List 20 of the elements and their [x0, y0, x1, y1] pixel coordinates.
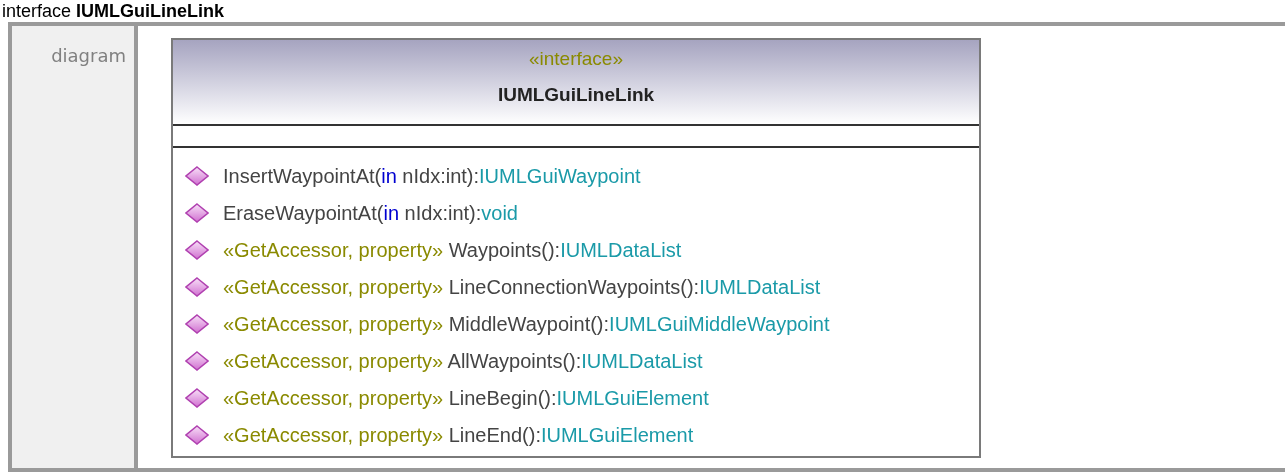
operation-icon	[185, 239, 209, 260]
operation-signature: «GetAccessor, property» Waypoints():IUMLDataList	[223, 237, 682, 263]
stereotype-label: «interface»	[529, 47, 623, 71]
operation-icon	[185, 202, 209, 223]
operation-icon	[185, 165, 209, 186]
operation-icon	[185, 387, 209, 408]
operation-signature: «GetAccessor, property» AllWaypoints():IUMLDataList	[223, 348, 703, 374]
operation-icon	[185, 313, 209, 334]
operation-signature: EraseWaypointAt(in nIdx:int):void	[223, 200, 518, 226]
row-label: diagram	[51, 44, 126, 66]
interface-name: IUMLGuiLineLink	[497, 83, 655, 107]
operation-signature: «GetAccessor, property» MiddleWaypoint():IUMLGuiMiddleWaypoint	[223, 311, 830, 337]
page-heading: interface IUMLGuiLineLink	[2, 0, 226, 22]
operation-icon	[185, 350, 209, 371]
operation-icon	[185, 276, 209, 297]
operation-signature: «GetAccessor, property» LineBegin():IUMLGuiElement	[223, 385, 709, 411]
operation-icon	[185, 424, 209, 445]
operation-signature: InsertWaypointAt(in nIdx:int):IUMLGuiWaypoint	[223, 163, 641, 189]
operation-signature: «GetAccessor, property» LineEnd():IUMLGuiElement	[223, 422, 694, 448]
operation-signature: «GetAccessor, property» LineConnectionWaypoints():IUMLDataList	[223, 274, 821, 300]
